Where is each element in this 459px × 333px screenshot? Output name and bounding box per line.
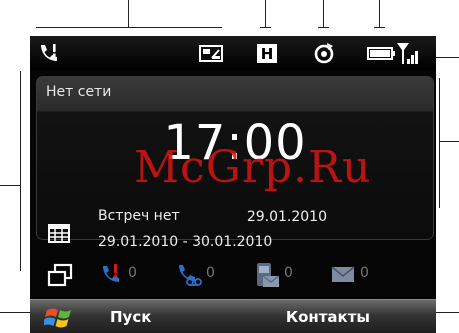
signal-icon[interactable] [396, 42, 422, 64]
phone-screen: H Нет сети 17:00 29.01.2010 McGrp.Ru Вст… [30, 36, 436, 333]
data-icon[interactable] [198, 42, 224, 64]
missed-calls-count: 0 [128, 265, 137, 281]
callout-line-top-sync [323, 0, 324, 28]
status-bar: H [30, 36, 436, 70]
callout-line-top-left [36, 27, 222, 28]
clock-date: 29.01.2010 [246, 209, 327, 225]
sync-icon[interactable] [312, 42, 336, 64]
sms-counter[interactable]: 0 [254, 262, 304, 288]
callout-line-top-battery [379, 0, 380, 28]
sms-icon [257, 263, 280, 287]
missed-calls-counter[interactable]: 0 [100, 262, 150, 288]
voicemail-count: 0 [206, 265, 215, 281]
callout-line-left-mid [0, 185, 20, 186]
callout-line-top-h-bar [260, 27, 271, 28]
voicemail-counter[interactable]: 0 [176, 262, 226, 288]
network-status: Нет сети [46, 84, 112, 100]
email-icon [331, 266, 355, 282]
tasks-icon[interactable] [47, 262, 73, 288]
appointment-title[interactable]: Встреч нет [98, 208, 180, 224]
battery-icon[interactable] [366, 42, 396, 64]
sms-count: 0 [284, 265, 293, 281]
hsdpa-label: H [261, 45, 274, 63]
watermark: McGrp.Ru [134, 142, 372, 193]
missed-call-icon [103, 264, 119, 282]
callout-line-top-battery-bar [374, 27, 385, 28]
missed-call-icon[interactable] [38, 42, 60, 64]
start-softkey[interactable]: Пуск [110, 308, 151, 326]
email-counter[interactable]: 0 [330, 262, 380, 288]
calendar-icon [48, 224, 70, 248]
voicemail-icon [179, 265, 202, 286]
contacts-softkey[interactable]: Контакты [286, 308, 370, 326]
softkey-bar: Пуск Контакты [30, 299, 436, 333]
callout-line-right-top [436, 57, 459, 58]
callout-line-top-sync-bar [318, 27, 329, 28]
callout-line-top-h [265, 0, 266, 28]
callout-line-right [439, 78, 440, 208]
callout-line-right-mid [439, 141, 459, 142]
callout-line-left [20, 71, 21, 271]
appointment-date-range: 29.01.2010 - 30.01.2010 [98, 234, 273, 250]
callout-line-top-left-stem [128, 0, 129, 27]
email-count: 0 [360, 265, 369, 281]
windows-start-icon[interactable] [42, 304, 76, 333]
hsdpa-icon[interactable]: H [256, 42, 278, 64]
